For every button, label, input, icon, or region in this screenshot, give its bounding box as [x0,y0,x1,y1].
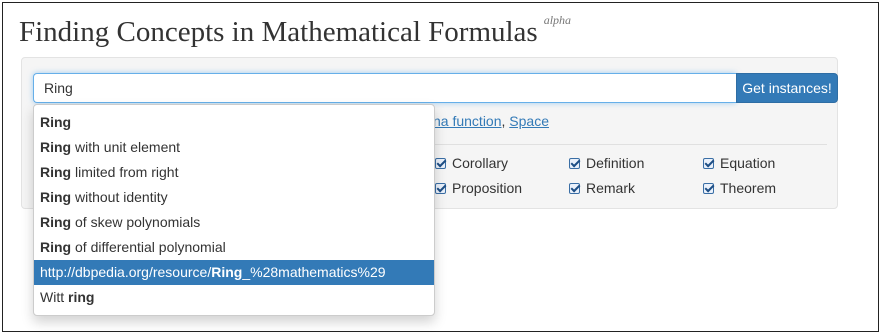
filter-label: Equation [720,155,776,171]
filter-theorem[interactable]: Theorem [703,180,776,196]
autocomplete-item-active[interactable]: http://dbpedia.org/resource/Ring_%28math… [34,260,434,285]
autocomplete-item[interactable]: Ring of differential polynomial [34,235,434,260]
page-title-text: Finding Concepts in Mathematical Formula… [19,16,538,48]
autocomplete-item[interactable]: Ring [34,110,434,135]
autocomplete-item[interactable]: Witt ring [34,285,434,310]
checkbox-checked-icon[interactable] [569,182,580,194]
filter-label: Theorem [720,180,777,196]
filter-label: Definition [586,155,645,171]
filter-label: Corollary [452,155,509,171]
autocomplete-item[interactable]: Ring without identity [34,185,434,210]
checkbox-checked-icon[interactable] [569,157,580,169]
search-input[interactable] [33,73,736,103]
filter-proposition[interactable]: Proposition [435,180,522,196]
filter-label: Remark [586,180,636,196]
filter-label: Proposition [452,180,523,196]
suggestion-link-function[interactable]: na function [433,113,502,129]
autocomplete-item[interactable]: Ring of skew polynomials [34,210,434,235]
filter-equation[interactable]: Equation [703,155,775,171]
get-instances-button[interactable]: Get instances! [736,73,838,103]
suggestion-links: na function, Space [433,113,549,129]
filter-remark[interactable]: Remark [569,180,635,196]
autocomplete-item[interactable]: Ring with unit element [34,135,434,160]
suggestion-link-space[interactable]: Space [509,113,549,129]
checkbox-checked-icon[interactable] [703,182,714,194]
checkbox-checked-icon[interactable] [435,157,446,169]
page-title: Finding Concepts in Mathematical Formula… [19,13,572,49]
filter-definition[interactable]: Definition [569,155,644,171]
alpha-badge: alpha [543,13,572,28]
panel-divider [433,144,827,145]
autocomplete-dropdown: Ring Ring with unit element Ring limited… [33,104,435,316]
checkbox-checked-icon[interactable] [435,182,446,194]
checkbox-checked-icon[interactable] [703,157,714,169]
filter-corollary[interactable]: Corollary [435,155,508,171]
autocomplete-item[interactable]: Ring limited from right [34,160,434,185]
